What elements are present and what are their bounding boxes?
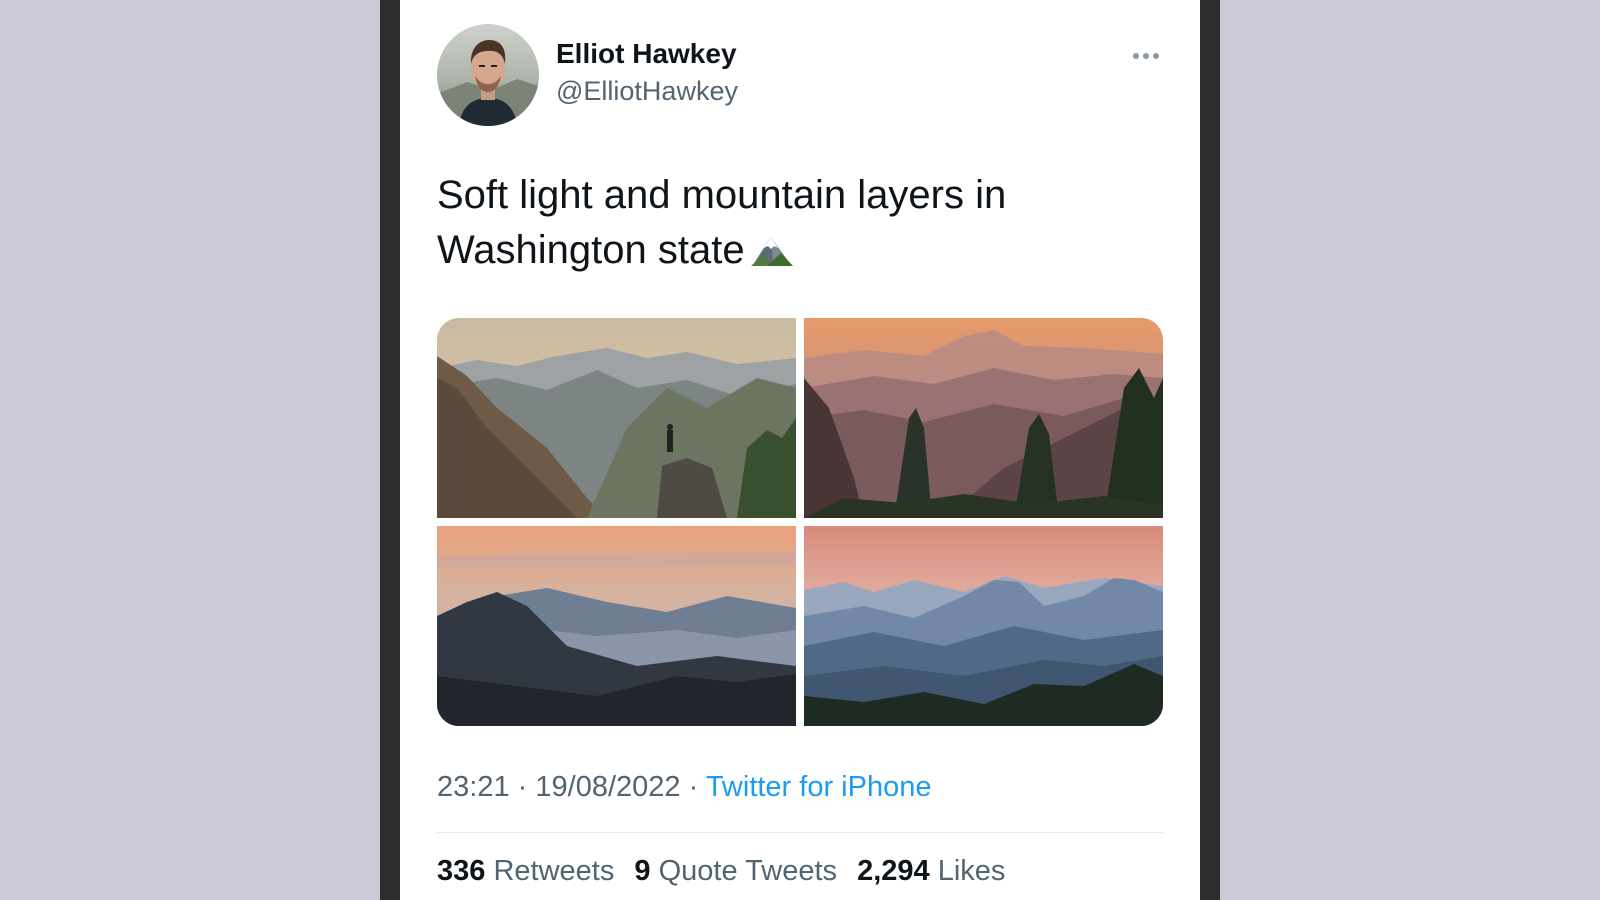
tweet-stats: 336 Retweets 9 Quote Tweets 2,294 Likes	[437, 855, 1017, 888]
author-display-name[interactable]: Elliot Hawkey	[556, 38, 737, 70]
sunset-ridges-pines-photo-icon	[804, 318, 1163, 518]
tweet-text-line1: Soft light and mountain layers in	[437, 173, 1007, 217]
author-handle[interactable]: @ElliotHawkey	[556, 76, 738, 107]
quote-tweets-label: Quote Tweets	[658, 855, 838, 887]
mountain-hiker-photo-icon	[437, 318, 796, 518]
likes-stat[interactable]: 2,294 Likes	[857, 855, 1005, 887]
retweets-label: Retweets	[493, 855, 615, 887]
quote-tweets-count: 9	[634, 855, 651, 887]
likes-count: 2,294	[857, 855, 930, 887]
tweet-text-line2: Washington state	[437, 228, 745, 272]
more-dot-icon	[1133, 53, 1139, 59]
quote-tweets-stat[interactable]: 9 Quote Tweets	[634, 855, 837, 887]
tweet-text: Soft light and mountain layers in Washin…	[437, 168, 1157, 278]
media-photo-2[interactable]	[804, 318, 1163, 518]
more-dot-icon	[1143, 53, 1149, 59]
tweet-meta: 23:21 · 19/08/2022 · Twitter for iPhone	[437, 771, 931, 804]
likes-label: Likes	[937, 855, 1006, 887]
media-photo-3[interactable]	[437, 526, 796, 726]
avatar-portrait-icon	[437, 40, 539, 126]
media-photo-1[interactable]	[437, 318, 796, 518]
meta-separator: ·	[517, 771, 528, 803]
meta-separator: ·	[688, 771, 699, 803]
tweet-source-link[interactable]: Twitter for iPhone	[706, 771, 932, 803]
stats-divider	[437, 832, 1163, 833]
snow-capped-mountain-icon	[750, 237, 793, 266]
retweets-count: 336	[437, 855, 486, 887]
peak-valley-photo-icon	[804, 526, 1163, 726]
media-photo-4[interactable]	[804, 526, 1163, 726]
tweet-time: 23:21	[437, 771, 510, 803]
blue-mountain-layers-photo-icon	[437, 526, 796, 726]
more-options-button[interactable]	[1126, 42, 1166, 70]
retweets-stat[interactable]: 336 Retweets	[437, 855, 614, 887]
more-dot-icon	[1153, 53, 1159, 59]
media-grid	[437, 318, 1163, 726]
tweet-date: 19/08/2022	[535, 771, 681, 803]
author-avatar[interactable]	[437, 24, 539, 126]
